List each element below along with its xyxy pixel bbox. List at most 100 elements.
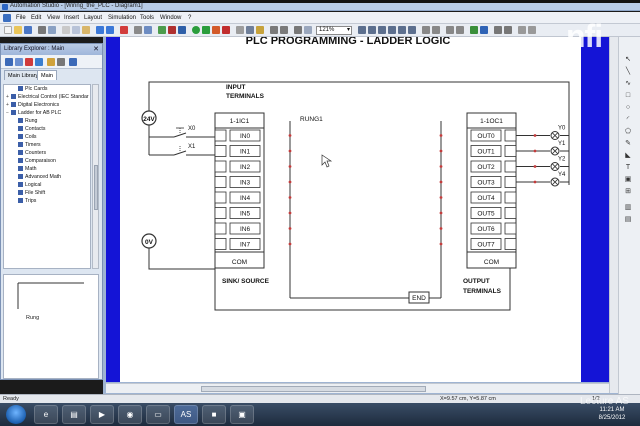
output-terminal-screw[interactable]: [504, 191, 517, 204]
output-terminal-screw[interactable]: [504, 222, 517, 235]
link-icon[interactable]: [504, 26, 512, 34]
app-icon[interactable]: ▣: [230, 405, 254, 424]
output-terminal-screw[interactable]: [504, 238, 517, 250]
tree-view-icon[interactable]: [5, 58, 13, 66]
document-icon[interactable]: [3, 14, 11, 22]
copy-icon[interactable]: [72, 26, 80, 34]
right-rail-node[interactable]: [439, 165, 443, 168]
tab-main[interactable]: Main: [37, 70, 57, 80]
polyline-icon[interactable]: ∿: [622, 79, 634, 88]
pointer-icon[interactable]: [294, 26, 302, 34]
group-icon[interactable]: [446, 26, 454, 34]
left-rail-node[interactable]: [288, 196, 292, 199]
recorder-icon[interactable]: ■: [202, 405, 226, 424]
vertical-scrollbar[interactable]: [609, 37, 618, 393]
zoom-in-icon[interactable]: [358, 26, 366, 34]
menu-edit[interactable]: Edit: [31, 14, 41, 22]
zoom-fit-icon[interactable]: [378, 26, 386, 34]
left-rail-node[interactable]: [288, 227, 292, 230]
left-rail-node[interactable]: [288, 242, 292, 246]
zoom-page-icon[interactable]: [398, 26, 406, 34]
stop-simulation-icon[interactable]: [222, 26, 230, 34]
link-icon[interactable]: ⊞: [622, 187, 634, 196]
media-player-icon[interactable]: ▶: [90, 405, 114, 424]
delete-icon[interactable]: [120, 26, 128, 34]
save-icon[interactable]: [24, 26, 32, 34]
menu-simulation[interactable]: Simulation: [108, 14, 136, 22]
output-terminal-screw[interactable]: [504, 129, 517, 142]
grid-icon[interactable]: [134, 26, 142, 34]
tree-item[interactable]: − Ladder for AB PLC: [6, 110, 61, 117]
list-view-icon[interactable]: [15, 58, 23, 66]
right-rail-node[interactable]: [439, 149, 443, 153]
menu-window[interactable]: Window: [160, 14, 181, 22]
start-button[interactable]: [6, 405, 26, 424]
output-terminal-screw[interactable]: [504, 145, 517, 157]
input-terminal-screw[interactable]: [214, 191, 227, 204]
folder-icon[interactable]: ▭: [146, 405, 170, 424]
input-terminal-screw[interactable]: [214, 145, 227, 157]
diagram-page[interactable]: PLC PROGRAMMING - LADDER LOGIC 24V 0V X0…: [120, 35, 581, 382]
menu-tools[interactable]: Tools: [140, 14, 154, 22]
left-rail-node[interactable]: [288, 165, 292, 168]
output-terminal-screw[interactable]: [504, 207, 517, 219]
tree-item[interactable]: Rung: [18, 118, 37, 125]
tree-item[interactable]: Contacts: [18, 126, 45, 133]
stop-icon[interactable]: [168, 26, 176, 34]
right-rail-node[interactable]: [439, 134, 443, 137]
lamp-node[interactable]: [533, 134, 537, 137]
rotate-icon[interactable]: [422, 26, 430, 34]
left-rail-node[interactable]: [288, 211, 292, 215]
ie-icon[interactable]: e: [34, 405, 58, 424]
menu-help[interactable]: ?: [188, 14, 191, 22]
left-rail-node[interactable]: [288, 134, 292, 137]
search-icon[interactable]: [69, 58, 77, 66]
left-rail-node[interactable]: [288, 149, 292, 153]
tree-item[interactable]: + Digital Electronics: [6, 102, 59, 109]
close-icon[interactable]: ✕: [93, 44, 99, 55]
play-icon[interactable]: [158, 26, 166, 34]
open-icon[interactable]: [14, 26, 22, 34]
chrome-icon[interactable]: ◉: [118, 405, 142, 424]
right-rail-node[interactable]: [439, 196, 443, 199]
tree-scrollbar[interactable]: [92, 84, 99, 269]
tree-item[interactable]: Timers: [18, 142, 41, 149]
redo-icon[interactable]: [106, 26, 114, 34]
undo-icon[interactable]: [96, 26, 104, 34]
new-library-icon[interactable]: [35, 58, 43, 66]
zoom-select[interactable]: 121%: [316, 26, 352, 35]
zoom-window-icon[interactable]: [388, 26, 396, 34]
align-icon[interactable]: [270, 26, 278, 34]
print-icon[interactable]: [38, 26, 46, 34]
menu-layout[interactable]: Layout: [84, 14, 102, 22]
open-library-icon[interactable]: [47, 58, 55, 66]
step-icon[interactable]: [202, 26, 210, 34]
zoom-width-icon[interactable]: [408, 26, 416, 34]
pause-icon[interactable]: [178, 26, 186, 34]
lock-icon[interactable]: [57, 58, 65, 66]
table-icon[interactable]: [518, 26, 526, 34]
align-icon[interactable]: ▥: [622, 203, 634, 212]
system-clock[interactable]: 11:21 AM 8/25/2012: [592, 406, 632, 422]
library-icon[interactable]: [144, 26, 152, 34]
info-icon[interactable]: [480, 26, 488, 34]
scroll-thumb[interactable]: [94, 165, 98, 210]
ellipse-icon[interactable]: ○: [622, 103, 634, 112]
run-simulation-icon[interactable]: [192, 26, 200, 34]
properties-icon[interactable]: [236, 26, 244, 34]
folder-icon[interactable]: [256, 26, 264, 34]
check-icon[interactable]: [470, 26, 478, 34]
lamp-node[interactable]: [533, 149, 537, 153]
flip-icon[interactable]: [432, 26, 440, 34]
ungroup-icon[interactable]: [456, 26, 464, 34]
right-rail-node[interactable]: [439, 227, 443, 230]
tree-item[interactable]: Advanced Math: [18, 174, 61, 181]
polygon-icon[interactable]: ⬠: [622, 127, 634, 136]
explorer-icon[interactable]: ▤: [62, 405, 86, 424]
left-rail-node[interactable]: [288, 180, 292, 184]
output-terminal-screw[interactable]: [504, 160, 517, 173]
tree-item[interactable]: + Electrical Control (IEC Standar: [6, 94, 89, 101]
input-terminal-screw[interactable]: [214, 176, 227, 188]
pan-icon[interactable]: [304, 26, 312, 34]
right-rail-node[interactable]: [439, 211, 443, 215]
